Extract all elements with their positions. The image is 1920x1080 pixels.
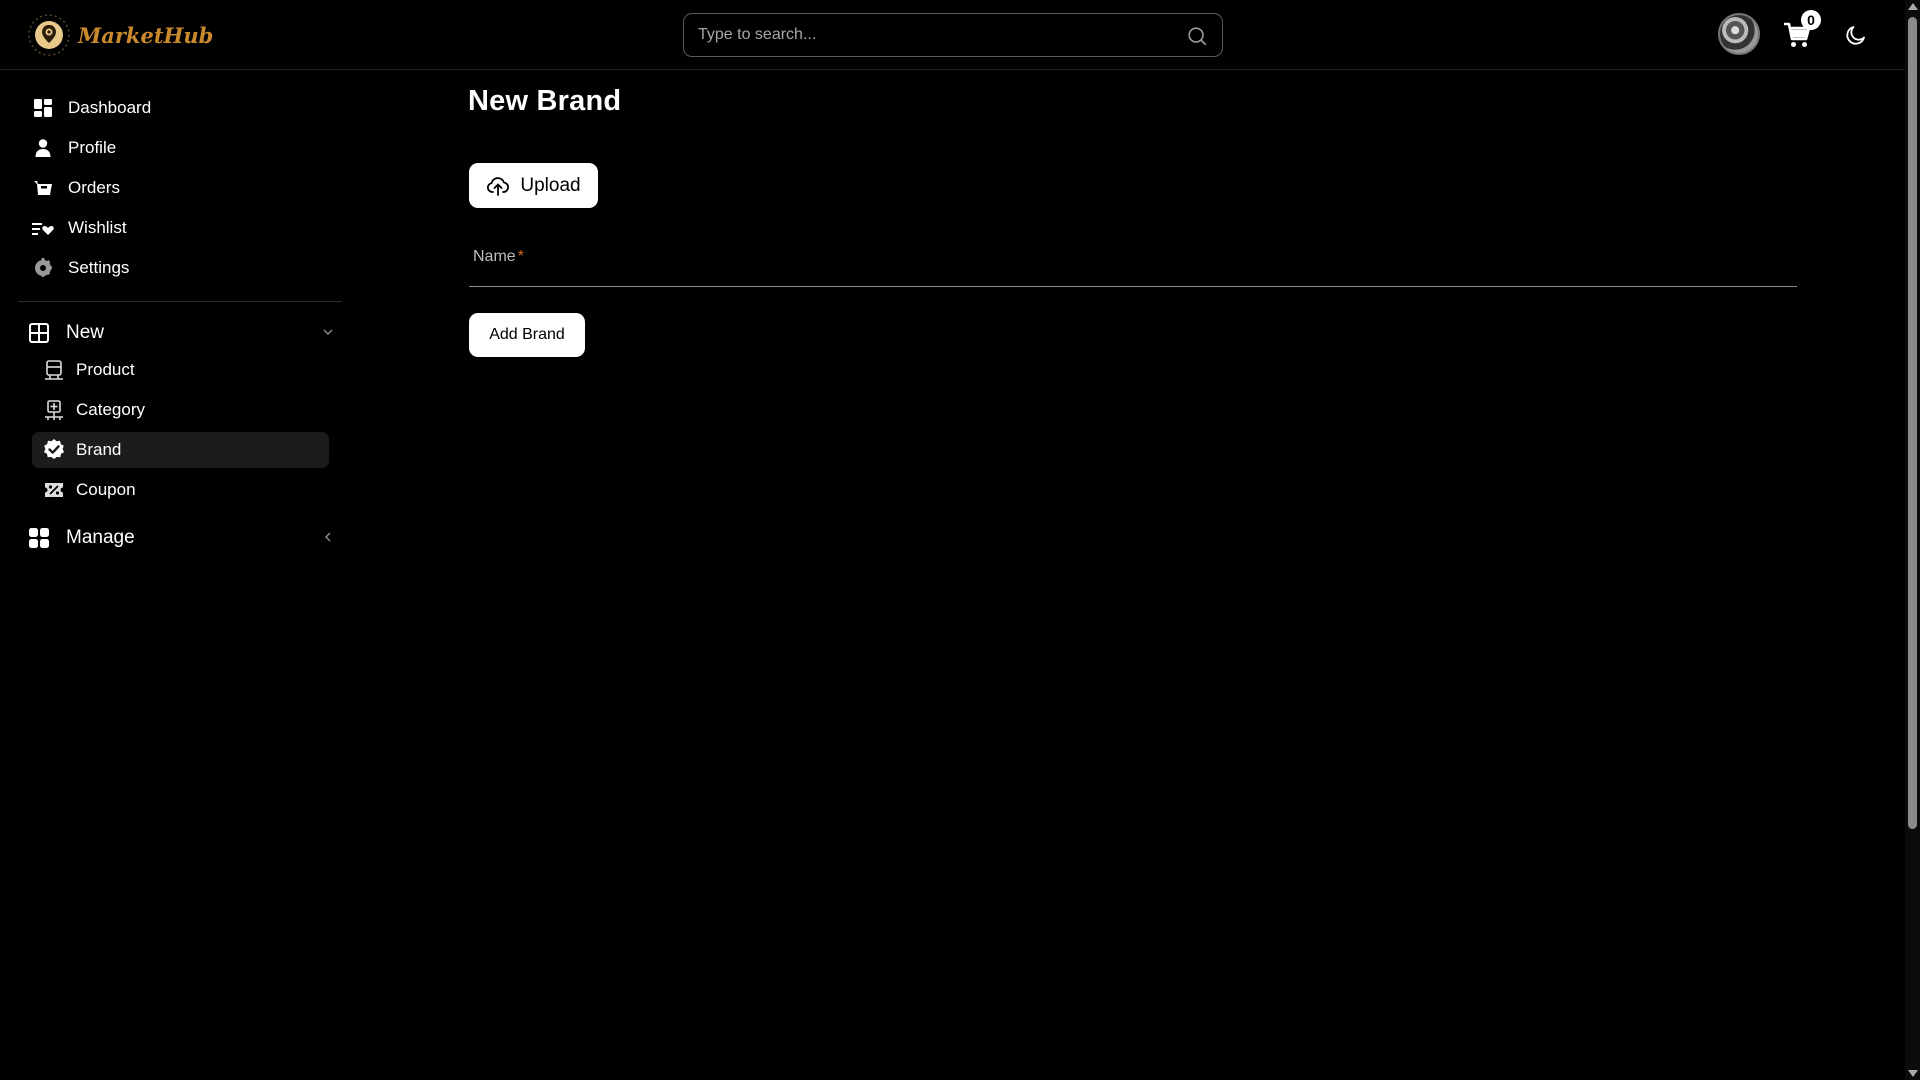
scroll-up-arrow-icon[interactable] [1908,3,1918,10]
search-box [683,13,1223,57]
wishlist-icon [32,217,54,239]
top-bar: MarketHub 0 [0,0,1905,70]
sidebar-item-settings[interactable]: Settings [32,250,129,286]
sidebar-group-label: Manage [66,527,135,548]
upload-button-label: Upload [520,174,581,196]
sidebar-group-new[interactable]: New [28,313,343,353]
cloud-upload-icon [487,176,510,196]
coupon-icon [42,478,66,502]
sidebar-item-profile[interactable]: Profile [32,130,116,166]
logo[interactable]: MarketHub [26,12,213,58]
scrollbar[interactable] [1905,0,1920,1080]
gear-icon [32,257,54,279]
sidebar-item-label: Profile [68,138,117,157]
chevron-left-icon [324,532,331,542]
category-icon [42,398,66,422]
sidebar-item-category[interactable]: Category [32,392,329,428]
scroll-thumb[interactable] [1908,17,1917,829]
add-brand-button[interactable]: Add Brand [469,313,585,357]
search-input[interactable] [684,14,1222,56]
sidebar-item-label: Orders [68,178,120,197]
sidebar-item-wishlist[interactable]: Wishlist [32,210,127,246]
moon-icon[interactable] [1844,23,1868,47]
app-name: MarketHub [78,22,214,48]
cart-count-badge: 0 [1801,10,1821,30]
sidebar-divider [18,301,342,302]
sidebar-item-label: Settings [68,258,130,277]
scroll-down-arrow-icon[interactable] [1908,1070,1918,1077]
sidebar-group-manage[interactable]: Manage [28,518,343,558]
sidebar-item-coupon[interactable]: Coupon [32,472,329,508]
sidebar-item-dashboard[interactable]: Dashboard [32,90,151,126]
name-input[interactable] [469,262,1797,286]
sidebar-item-label: Wishlist [68,218,127,237]
basket-icon [32,177,54,199]
app-root: MarketHub 0 [0,0,1920,1080]
dashboard-icon [32,97,54,119]
page-title: New Brand [468,85,622,117]
user-icon [32,137,54,159]
sidebar-item-label: Product [76,360,135,379]
logo-icon [28,14,70,56]
chevron-down-icon [323,329,333,336]
plus-square-icon [29,323,49,343]
sidebar-item-label: Coupon [76,480,136,499]
sidebar-item-label: Dashboard [68,98,152,117]
sidebar-item-label: Brand [76,440,122,459]
sidebar-item-brand[interactable]: Brand [32,432,329,468]
sidebar-item-product[interactable]: Product [32,352,329,388]
sidebar-item-orders[interactable]: Orders [32,170,120,206]
upload-button[interactable]: Upload [469,163,598,208]
badge-check-icon [42,438,66,462]
sidebar-item-label: Category [76,400,145,419]
name-field: Name * [469,240,1797,287]
sidebar-group-label: New [66,322,105,343]
search-icon[interactable] [1186,25,1208,47]
product-icon [42,358,66,382]
avatar[interactable] [1718,13,1760,55]
grid-icon [29,528,49,548]
